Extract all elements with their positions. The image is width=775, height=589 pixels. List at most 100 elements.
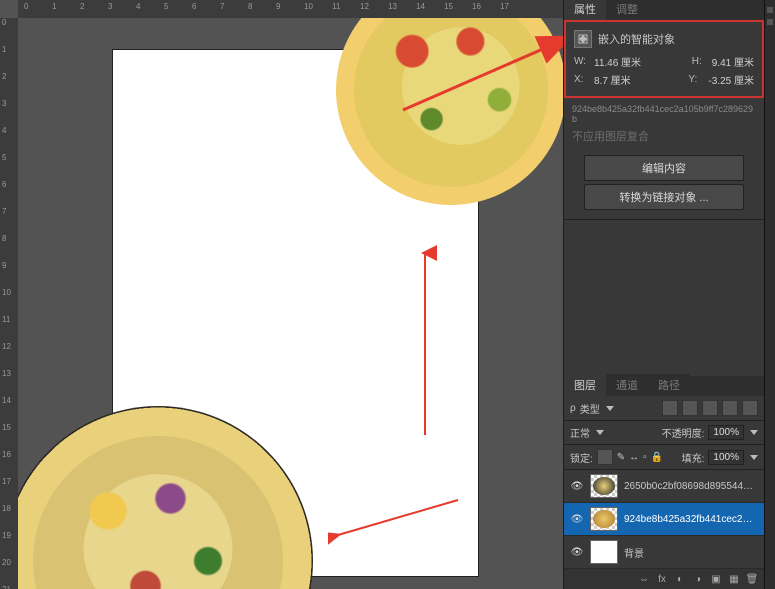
dropdown-icon[interactable] (750, 430, 758, 435)
filter-image-icon[interactable] (662, 400, 678, 416)
w-label: W: (574, 56, 588, 67)
edit-contents-button[interactable]: 编辑内容 (584, 155, 744, 181)
tab-layers[interactable]: 图层 (564, 373, 606, 396)
ruler-tick: 21 (2, 585, 11, 589)
ruler-tick: 10 (2, 288, 11, 297)
layer-row[interactable]: 2650b0c2bf08698d895544a5543ca (564, 470, 764, 503)
artboard[interactable] (113, 50, 478, 576)
filter-smart-icon[interactable] (742, 400, 758, 416)
layer-name[interactable]: 背景 (624, 545, 758, 560)
properties-panel: 嵌入的智能对象 W: 11.46 厘米 H: 9.41 厘米 X: 8.7 厘米… (564, 20, 764, 220)
dock-icon[interactable] (767, 19, 773, 25)
x-value[interactable]: 8.7 厘米 (594, 72, 631, 87)
layers-tabbar: 图层 通道 路径 (564, 376, 764, 396)
ruler-tick: 13 (388, 2, 397, 11)
panel-dock-strip[interactable] (764, 0, 775, 589)
ruler-tick: 20 (2, 558, 11, 567)
dock-icon[interactable] (767, 7, 773, 13)
tab-channels[interactable]: 通道 (606, 373, 648, 396)
filter-kind-label[interactable]: 类型 (580, 401, 600, 416)
opacity-value[interactable]: 100% (708, 425, 744, 440)
lock-brush-icon[interactable]: ✎ (617, 452, 625, 463)
ruler-tick: 14 (2, 396, 11, 405)
visibility-toggle-icon[interactable] (570, 480, 584, 492)
dropdown-icon[interactable] (606, 406, 614, 411)
ruler-tick: 16 (2, 450, 11, 459)
ruler-tick: 2 (80, 2, 84, 11)
ruler-tick: 15 (444, 2, 453, 11)
ruler-tick: 12 (360, 2, 369, 11)
ruler-tick: 1 (52, 2, 56, 11)
visibility-toggle-icon[interactable] (570, 546, 584, 558)
layer-row[interactable]: 背景 (564, 536, 764, 569)
ruler-tick: 7 (220, 2, 224, 11)
smart-object-pizza-bottom[interactable] (18, 406, 313, 589)
tab-properties[interactable]: 属性 (564, 0, 606, 20)
layers-panel: ρ 类型 正常 不透明度: 100% 锁定: ✎ (564, 396, 764, 589)
filter-shape-icon[interactable] (722, 400, 738, 416)
mask-icon[interactable]: ◐ (674, 573, 686, 585)
tab-adjustments[interactable]: 调整 (606, 0, 648, 20)
filter-kind-icon[interactable]: ρ (570, 403, 576, 414)
dropdown-icon[interactable] (596, 430, 604, 435)
layer-thumbnail[interactable] (590, 507, 618, 531)
lock-move-icon[interactable]: ↔ (629, 452, 639, 463)
ruler-tick: 0 (2, 18, 6, 27)
ruler-tick: 8 (2, 234, 6, 243)
ruler-tick: 11 (332, 2, 340, 11)
filter-text-icon[interactable] (702, 400, 718, 416)
properties-highlight-box: 嵌入的智能对象 W: 11.46 厘米 H: 9.41 厘米 X: 8.7 厘米… (564, 20, 764, 98)
properties-tabbar: 属性 调整 (564, 0, 764, 20)
convert-to-linked-button[interactable]: 转换为链接对象 ... (584, 184, 744, 210)
canvas-area[interactable]: 01234567891011121314151617 0123456789101… (0, 0, 563, 589)
fill-value[interactable]: 100% (708, 450, 744, 465)
h-value[interactable]: 9.41 厘米 (712, 54, 754, 69)
annotation-arrow-up (413, 245, 437, 445)
group-icon[interactable]: ▣ (710, 573, 722, 585)
ruler-tick: 10 (304, 2, 313, 11)
smart-object-icon (574, 30, 592, 48)
adjustment-icon[interactable]: ◑ (692, 573, 704, 585)
ruler-tick: 13 (2, 369, 11, 378)
h-label: H: (692, 56, 706, 67)
new-layer-icon[interactable]: ▦ (728, 573, 740, 585)
link-layers-icon[interactable]: ⇔ (638, 573, 650, 585)
panels-column: 属性 调整 嵌入的智能对象 W: 11.46 厘米 H: 9.41 厘米 X: (563, 0, 764, 589)
ruler-tick: 19 (2, 531, 11, 540)
annotation-arrow-down-left (328, 495, 468, 545)
ruler-vertical: 0123456789101112131415161718192021 (0, 18, 18, 589)
ruler-tick: 4 (136, 2, 140, 11)
object-type-label: 嵌入的智能对象 (598, 31, 675, 47)
delete-icon[interactable]: 🗑 (746, 573, 758, 585)
visibility-toggle-icon[interactable] (570, 513, 584, 525)
layer-row[interactable]: 924be8b425a32fb441cec2a105b9f (564, 503, 764, 536)
y-label: Y: (688, 74, 702, 85)
ruler-tick: 12 (2, 342, 11, 351)
blend-mode-select[interactable]: 正常 (570, 425, 590, 440)
lock-artboard-icon[interactable]: ▫ (643, 452, 647, 463)
ruler-tick: 16 (472, 2, 481, 11)
ruler-tick: 0 (24, 2, 28, 11)
ruler-tick: 3 (108, 2, 112, 11)
stage[interactable] (18, 18, 563, 589)
dropdown-icon[interactable] (750, 455, 758, 460)
ruler-tick: 18 (2, 504, 11, 513)
ruler-tick: 11 (2, 315, 10, 324)
lock-pixels-icon[interactable] (597, 449, 613, 465)
filter-adjust-icon[interactable] (682, 400, 698, 416)
ruler-tick: 6 (192, 2, 196, 11)
tab-paths[interactable]: 路径 (648, 373, 690, 396)
ruler-horizontal: 01234567891011121314151617 (18, 0, 563, 18)
fx-icon[interactable]: fx (656, 573, 668, 585)
ruler-tick: 2 (2, 72, 6, 81)
layer-thumbnail[interactable] (590, 474, 618, 498)
object-hash: 924be8b425a32fb441cec2a105b9ff7c289629b (572, 102, 756, 126)
layer-thumbnail[interactable] (590, 540, 618, 564)
lock-all-icon[interactable]: 🔒 (651, 452, 663, 463)
layer-name[interactable]: 2650b0c2bf08698d895544a5543ca (624, 481, 758, 492)
w-value[interactable]: 11.46 厘米 (594, 54, 641, 69)
layer-name[interactable]: 924be8b425a32fb441cec2a105b9f (624, 514, 758, 525)
lock-label: 锁定: (570, 450, 593, 465)
ruler-tick: 5 (2, 153, 6, 162)
y-value[interactable]: -3.25 厘米 (708, 72, 754, 87)
